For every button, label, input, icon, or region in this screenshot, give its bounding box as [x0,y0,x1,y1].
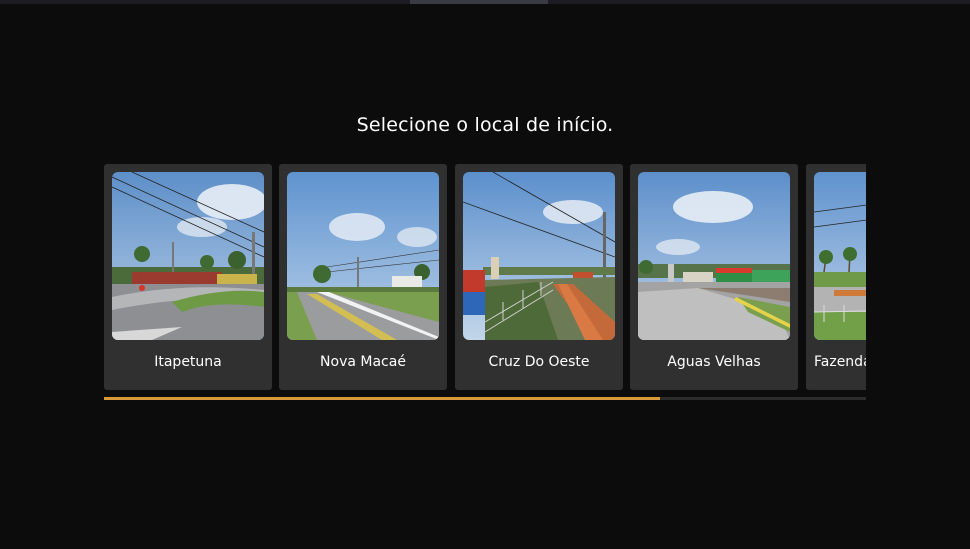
location-carousel[interactable]: Itapetuna Nova Macaé Cruz Do Oeste Aguas… [104,164,866,390]
location-card-nova-macae[interactable]: Nova Macaé [279,164,447,390]
location-card-aguas-velhas[interactable]: Aguas Velhas [630,164,798,390]
top-bar [0,0,970,4]
location-thumbnail [638,172,790,340]
location-name: Itapetuna [154,354,222,370]
carousel-scrollbar[interactable] [104,397,866,400]
top-bar-tab[interactable] [410,0,548,4]
location-thumbnail [463,172,615,340]
location-card-fazenda[interactable]: Fazenda [806,164,866,390]
location-thumbnail [112,172,264,340]
location-name: Aguas Velhas [667,354,761,370]
location-thumbnail [287,172,439,340]
location-card-itapetuna[interactable]: Itapetuna [104,164,272,390]
page-title: Selecione o local de início. [356,114,614,136]
location-name: Fazenda [814,354,866,370]
scrollbar-thumb[interactable] [104,397,661,400]
location-card-cruz-do-oeste[interactable]: Cruz Do Oeste [455,164,623,390]
location-thumbnail [814,172,866,340]
location-name: Cruz Do Oeste [488,354,590,370]
location-name: Nova Macaé [320,354,406,370]
